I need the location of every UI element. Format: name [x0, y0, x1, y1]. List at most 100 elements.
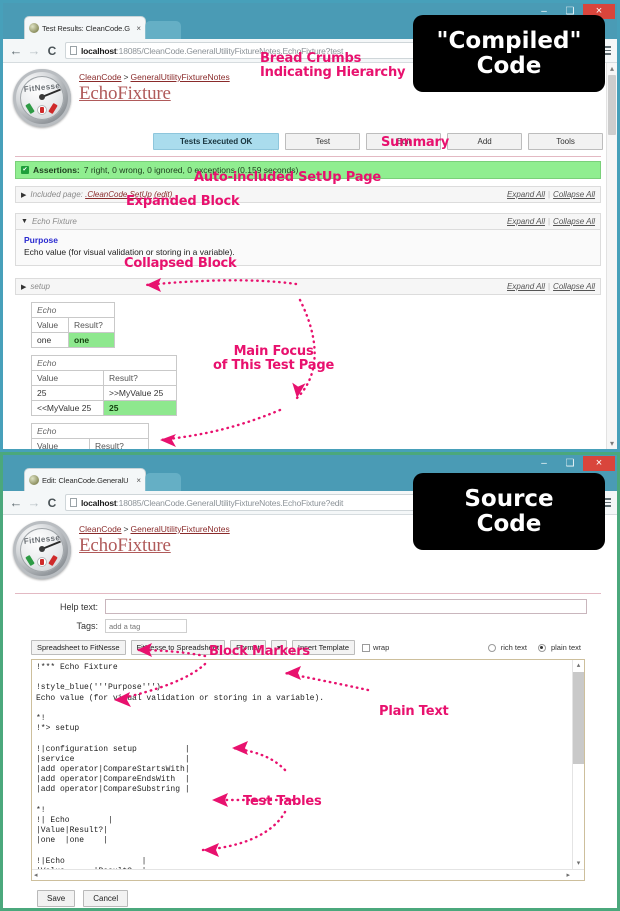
forward-icon-2[interactable]: → [25, 495, 43, 510]
wrap-checkbox-group[interactable]: wrap [362, 643, 389, 652]
annotation-collapsed-block: Collapsed Block [124, 256, 237, 271]
table-row: Echo [31, 302, 115, 318]
fitnesse-logo-icon: FitNesse [13, 69, 71, 127]
scrollbar-thumb[interactable] [608, 75, 616, 135]
collapse-all-link[interactable]: Collapse All [553, 190, 595, 199]
collapsed-block-bar[interactable]: ▶ setup Expand All | Collapse All [15, 278, 601, 295]
cell-value: 25 [31, 385, 104, 401]
add-button[interactable]: Add [447, 133, 523, 150]
plain-text-label: plain text [550, 643, 581, 652]
wrap-checkbox[interactable] [362, 643, 370, 652]
table-row: 25 >>MyValue 25 [31, 385, 177, 401]
callout-compiled-code: "Compiled" Code [413, 15, 605, 92]
breadcrumb-separator: > [123, 72, 129, 82]
scroll-up-icon[interactable]: ▴ [607, 63, 617, 74]
tools-button[interactable]: Tools [528, 133, 604, 150]
collapsed-block-label: setup [30, 282, 50, 291]
cell-result-pass: 25 [103, 400, 177, 416]
result-table: Echo Value Result? one one [30, 302, 115, 348]
expand-collapse-group-2: Expand All | Collapse All [507, 217, 595, 226]
callout-compiled-line1: "Compiled" [436, 28, 582, 55]
breadcrumb-root-2[interactable]: CleanCode [79, 524, 122, 534]
breadcrumb-parent-2[interactable]: GeneralUtilityFixtureNotes [131, 524, 230, 534]
annotation-breadcrumbs: Bread Crumbs Indicating Hierarchy [260, 51, 406, 81]
help-text-input[interactable] [105, 599, 587, 614]
editor-scroll-up-icon[interactable]: ▴ [573, 660, 584, 671]
column-header: Value [30, 317, 70, 333]
annotation-main-focus: Main Focus of This Test Page [213, 344, 335, 374]
expand-all-link[interactable]: Expand All [507, 190, 545, 199]
breadcrumb-parent[interactable]: GeneralUtilityFixtureNotes [131, 72, 230, 82]
new-tab-button-2[interactable] [145, 473, 181, 491]
expanded-block-label: Echo Fixture [31, 217, 77, 226]
collapse-all-link-3[interactable]: Collapse All [553, 282, 595, 291]
url-host-2: localhost [81, 497, 117, 508]
fitnesse-page-test-results: FitNesse CleanCode > GeneralUtilityFixture… [3, 63, 617, 449]
tests-executed-ok-button[interactable]: Tests Executed OK [153, 133, 280, 150]
breadcrumb-root[interactable]: CleanCode [79, 72, 122, 82]
expand-all-link-2[interactable]: Expand All [507, 217, 545, 226]
breadcrumb-separator-2: > [123, 524, 129, 534]
editor-scrollbar-thumb[interactable] [573, 672, 584, 764]
editor-horizontal-scrollbar[interactable]: ◂ ▸ [32, 869, 584, 880]
fitnesse-page-edit: FitNesse CleanCode > GeneralUtilityFixture… [3, 515, 617, 907]
fitnesse-logo-icon-2: FitNesse [13, 521, 71, 579]
browser-tab-edit[interactable]: Edit: CleanCode.GeneralU × [25, 469, 145, 491]
collapse-all-link-2[interactable]: Collapse All [553, 217, 595, 226]
tags-label: Tags: [76, 621, 98, 631]
rich-text-radio[interactable] [487, 643, 496, 652]
url-path-2: :18085/CleanCode.GeneralUtilityFixtureNo… [116, 497, 344, 508]
expand-all-link-3[interactable]: Expand All [507, 282, 545, 291]
new-tab-button[interactable] [145, 21, 181, 39]
included-page-bar[interactable]: ▶ Included page: .CleanCode.SetUp (edit)… [15, 186, 601, 203]
save-button[interactable]: Save [37, 890, 76, 907]
text-mode-radio-group: rich text plain text [487, 643, 581, 652]
tab-title: Test Results: CleanCode.G [42, 23, 130, 33]
annotation-summary: Summary [381, 135, 449, 150]
back-icon-2[interactable]: ← [7, 495, 25, 510]
action-button-row: Tests Executed OK Test Edit Add Tools [153, 133, 604, 150]
tags-input[interactable] [105, 619, 187, 633]
tags-row: Tags: [13, 619, 603, 633]
source-editor[interactable]: !*** Echo Fixture !style_blue('''Purpose… [31, 659, 585, 881]
page-title-2: EchoFixture [79, 535, 171, 556]
annotation-test-tables: Test Tables [243, 794, 322, 809]
reload-icon-2[interactable]: C [43, 496, 61, 510]
callout-source-line2: Code [476, 510, 542, 537]
source-editor-text[interactable]: !*** Echo Fixture !style_blue('''Purpose… [32, 660, 572, 869]
help-text-row: Help text: [13, 599, 603, 614]
collapse-triangle-icon[interactable]: ▶ [21, 191, 26, 199]
annotation-expanded-block: Expanded Block [126, 194, 240, 209]
tab-close-icon[interactable]: × [136, 24, 141, 33]
reload-icon[interactable]: C [43, 44, 61, 58]
column-header: Result? [68, 317, 115, 333]
expand-triangle-icon[interactable]: ▼ [21, 218, 28, 225]
editor-vertical-scrollbar[interactable]: ▴ ▾ [572, 660, 584, 869]
plain-text-radio[interactable] [537, 643, 546, 652]
tab-close-icon-2[interactable]: × [136, 476, 141, 485]
browser-tab-test-results[interactable]: Test Results: CleanCode.G × [25, 17, 145, 39]
expanded-block-bar[interactable]: ▼ Echo Fixture Expand All | Collapse All [15, 213, 601, 230]
table-row: Value Result? [30, 317, 115, 333]
callout-source-code: Source Code [413, 473, 605, 550]
table-title: Echo [31, 355, 177, 371]
annotation-plain-text: Plain Text [379, 704, 449, 719]
editor-toolbar: Spreadsheet to FitNesse FitNesse to Spre… [31, 640, 603, 655]
included-page-label: Included page: [30, 190, 83, 199]
test-button[interactable]: Test [285, 133, 361, 150]
editor-scroll-left-icon[interactable]: ◂ [34, 870, 38, 881]
page-info-icon [70, 46, 77, 55]
collapsed-triangle-icon[interactable]: ▶ [21, 283, 26, 291]
rich-text-label: rich text [500, 643, 527, 652]
result-table: Echo Value Result? 25 >>MyValue 25 <<MyV… [31, 355, 177, 416]
screenshot-root: – ❑ × Test Results: CleanCode.G × ← → C [0, 0, 620, 911]
forward-icon[interactable]: → [25, 43, 43, 58]
scroll-down-icon[interactable]: ▾ [607, 438, 617, 449]
column-header: Result? [103, 370, 177, 386]
editor-scroll-right-icon[interactable]: ▸ [566, 870, 570, 881]
spreadsheet-to-fitnesse-button[interactable]: Spreadsheet to FitNesse [31, 640, 126, 655]
cancel-button[interactable]: Cancel [83, 890, 129, 907]
page-scrollbar-top[interactable]: ▴ ▾ [606, 63, 617, 449]
editor-scroll-down-icon[interactable]: ▾ [573, 858, 584, 869]
back-icon[interactable]: ← [7, 43, 25, 58]
